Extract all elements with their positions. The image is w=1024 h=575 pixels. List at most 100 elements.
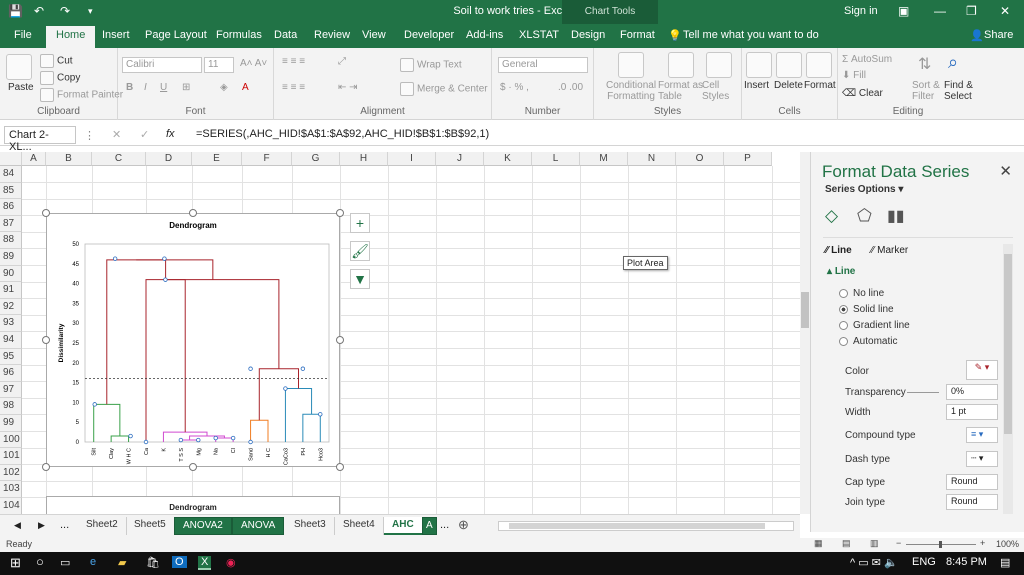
row-header-87[interactable]: 87	[0, 215, 22, 233]
cortana-icon[interactable]: ○	[36, 554, 44, 569]
column-header-j[interactable]: J	[436, 152, 484, 166]
row-header-89[interactable]: 89	[0, 249, 22, 266]
decimal-icon[interactable]: .0 .00	[558, 82, 583, 93]
sheet-tab-anova2[interactable]: ANOVA2	[174, 517, 232, 535]
column-header-f[interactable]: F	[242, 152, 292, 166]
tab-data[interactable]: Data	[274, 29, 297, 41]
tab-format[interactable]: Format	[620, 29, 655, 41]
copy-button[interactable]: Copy	[40, 71, 80, 85]
select-all-corner[interactable]	[0, 152, 22, 166]
notifications-icon[interactable]: ▤	[1000, 556, 1010, 569]
restore-icon[interactable]: ❐	[966, 4, 977, 18]
cancel-icon[interactable]: ✕	[112, 128, 121, 141]
sheet-tab-sheet4[interactable]: Sheet4	[335, 517, 384, 535]
width-input[interactable]: 1 pt	[946, 404, 998, 420]
next-sheet-icon[interactable]: ▶	[38, 520, 45, 531]
bold-icon[interactable]: B	[126, 82, 133, 93]
compound-type-dropdown[interactable]: ≡ ▾	[966, 427, 998, 443]
solid-line-option[interactable]: Solid line	[839, 304, 894, 315]
app-icon[interactable]: ◉	[226, 556, 236, 569]
tell-me-search[interactable]: Tell me what you want to do	[683, 29, 819, 41]
paste-button[interactable]: Paste	[8, 82, 34, 93]
page-break-view-icon[interactable]: ▥	[870, 538, 879, 549]
transparency-input[interactable]: 0%	[946, 384, 998, 400]
row-header-97[interactable]: 97	[0, 381, 22, 399]
fill-button[interactable]: ⬇ Fill	[842, 70, 866, 81]
resize-handle-n[interactable]	[189, 209, 197, 217]
row-header-88[interactable]: 88	[0, 232, 22, 249]
font-color-icon[interactable]: A	[242, 82, 249, 93]
resize-handle-w[interactable]	[42, 336, 50, 344]
column-header-c[interactable]: C	[92, 152, 146, 166]
sort-filter-button[interactable]: Sort & Filter	[912, 80, 940, 102]
tab-insert[interactable]: Insert	[102, 29, 130, 41]
zoom-slider-thumb[interactable]	[939, 541, 942, 548]
currency-icon[interactable]: $ · % ,	[500, 82, 529, 93]
resize-handle-s[interactable]	[189, 463, 197, 471]
add-sheet-icon[interactable]: ⊕	[458, 517, 469, 533]
number-format-combo[interactable]: General	[498, 57, 588, 73]
format-cells-button[interactable]: Format	[804, 80, 836, 91]
clock[interactable]: 8:45 PM	[946, 556, 987, 568]
delete-cells-button[interactable]: Delete	[774, 80, 803, 91]
insert-function-icon[interactable]: fx	[166, 128, 175, 140]
row-header-93[interactable]: 93	[0, 315, 22, 332]
prev-sheet-icon[interactable]: ◀	[14, 520, 21, 531]
align-top-icon[interactable]: ≡ ≡ ≡	[282, 56, 305, 67]
indent-icon[interactable]: ⇤ ⇥	[338, 82, 358, 93]
line-tab[interactable]: ⁄⁄ Line	[825, 245, 852, 256]
borders-icon[interactable]: ⊞	[182, 82, 190, 93]
outlook-icon[interactable]: O	[172, 556, 187, 568]
tab-developer[interactable]: Developer	[404, 29, 454, 41]
font-size-combo[interactable]: 11	[204, 57, 234, 73]
sheet-tab-anova[interactable]: ANOVA	[232, 517, 285, 535]
row-header-84[interactable]: 84	[0, 166, 22, 183]
windows-start-icon[interactable]: ⊞	[10, 555, 21, 571]
column-header-m[interactable]: M	[580, 152, 628, 166]
autosum-button[interactable]: Σ AutoSum	[842, 54, 892, 65]
store-icon[interactable]: 🛍	[146, 556, 160, 569]
tab-design[interactable]: Design	[571, 29, 605, 41]
transparency-slider[interactable]	[907, 392, 939, 393]
pane-scrollbar[interactable]	[1003, 244, 1013, 514]
clear-button[interactable]: ⌫ Clear	[842, 88, 883, 99]
row-header-102[interactable]: 102	[0, 464, 22, 482]
normal-view-icon[interactable]: ▦	[814, 538, 823, 549]
task-view-icon[interactable]: ▭	[60, 556, 70, 569]
delete-cells-icon[interactable]	[776, 52, 802, 78]
tab-add-ins[interactable]: Add-ins	[466, 29, 503, 41]
row-header-95[interactable]: 95	[0, 348, 22, 366]
column-header-o[interactable]: O	[676, 152, 724, 166]
horizontal-scrollbar[interactable]	[498, 521, 794, 531]
row-header-86[interactable]: 86	[0, 199, 22, 216]
edge-icon[interactable]: e	[90, 556, 96, 568]
sheet-tab-ahc[interactable]: AHC	[384, 517, 423, 535]
resize-handle-e[interactable]	[336, 336, 344, 344]
join-type-dropdown[interactable]: Round	[946, 494, 998, 510]
tab-view[interactable]: View	[362, 29, 386, 41]
color-picker-button[interactable]: ✎ ▾	[966, 360, 998, 380]
tab-formulas[interactable]: Formulas	[216, 29, 262, 41]
no-line-radio[interactable]	[839, 288, 848, 298]
sheet-tab-sheet5[interactable]: Sheet5	[126, 517, 175, 535]
vertical-scroll-thumb[interactable]	[801, 292, 809, 328]
row-header-90[interactable]: 90	[0, 265, 22, 283]
more-sheets-right[interactable]: ...	[440, 519, 449, 531]
column-header-p[interactable]: P	[724, 152, 772, 166]
marker-tab[interactable]: ⁄⁄ Marker	[871, 245, 908, 256]
column-header-i[interactable]: I	[388, 152, 436, 166]
underline-icon[interactable]: U	[160, 82, 167, 93]
column-header-b[interactable]: B	[46, 152, 92, 166]
sheet-tab-sheet3[interactable]: Sheet3	[286, 517, 335, 535]
chart-elements-button[interactable]: +	[350, 213, 370, 233]
fill-color-icon[interactable]: ◈	[220, 82, 228, 93]
more-sheets-left[interactable]: ...	[60, 519, 69, 531]
minimize-icon[interactable]: —	[934, 4, 946, 18]
italic-icon[interactable]: I	[144, 82, 147, 93]
enter-icon[interactable]: ✓	[140, 128, 149, 141]
zoom-in-icon[interactable]: +	[980, 538, 985, 548]
tab-page-layout[interactable]: Page Layout	[145, 29, 207, 41]
language-indicator[interactable]: ENG	[912, 556, 936, 568]
row-header-96[interactable]: 96	[0, 365, 22, 382]
merge-center-button[interactable]: Merge & Center	[400, 82, 488, 96]
